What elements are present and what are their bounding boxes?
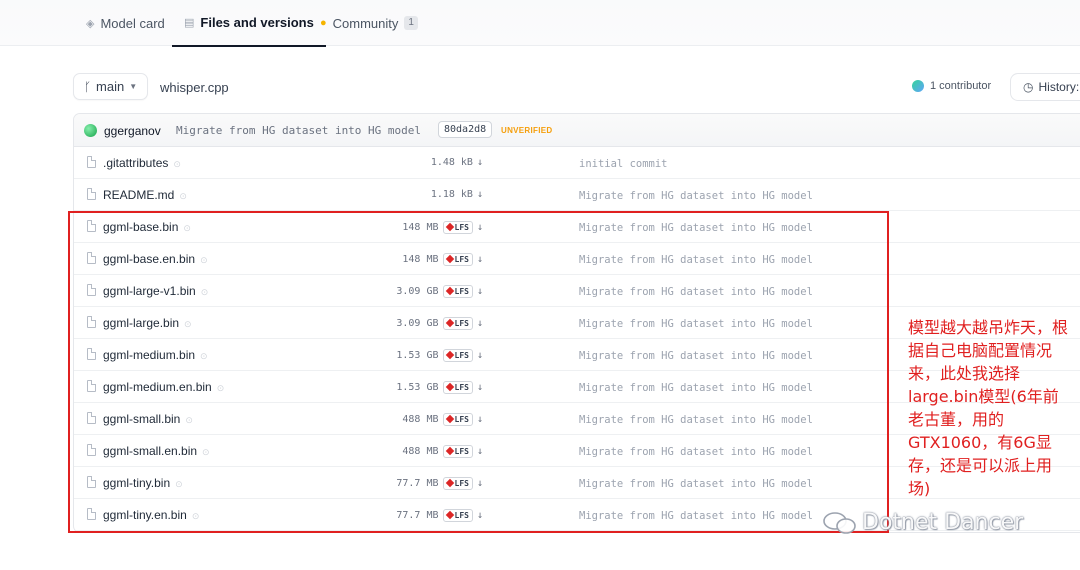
- file-icon: [87, 188, 96, 200]
- contributor-avatar: [912, 80, 924, 92]
- file-row[interactable]: .gitattributes ⊙ 1.48 kB ↓ initial commit: [74, 147, 1080, 179]
- history-button[interactable]: ◷ History:: [1010, 73, 1080, 101]
- file-size: 1.18 kB: [430, 189, 473, 200]
- unverified-badge: UNVERIFIED: [501, 126, 553, 135]
- file-name-link[interactable]: .gitattributes ⊙: [103, 156, 181, 170]
- download-icon[interactable]: ↓: [477, 189, 483, 200]
- last-commit-row: ggerganov Migrate from HG dataset into H…: [74, 114, 1080, 147]
- branch-selector-button[interactable]: ᚴ main ▼: [73, 73, 148, 100]
- commit-message[interactable]: Migrate from HG dataset into HG model: [176, 124, 421, 137]
- file-size-cell[interactable]: 1.48 kB ↓: [431, 157, 483, 168]
- contributors-label: 1 contributor: [930, 80, 992, 92]
- highlight-box: [68, 211, 889, 533]
- watermark-text: Dotnet Dancer: [862, 510, 1024, 535]
- tab-label: Model card: [100, 15, 165, 31]
- tab-files-and-versions[interactable]: ▤ Files and versions: [172, 0, 326, 47]
- file-commit-message[interactable]: initial commit: [579, 158, 668, 170]
- tab-label: Files and versions: [200, 15, 314, 30]
- file-size-cell[interactable]: 1.18 kB ↓: [431, 189, 483, 200]
- file-commit-message[interactable]: Migrate from HG dataset into HG model: [579, 190, 813, 202]
- contributors-link[interactable]: 1 contributor: [912, 80, 991, 92]
- watermark: Dotnet Dancer: [822, 510, 1023, 535]
- wechat-icon: [823, 511, 856, 534]
- tabs-bar: ◈ Model card ▤ Files and versions ● Comm…: [0, 0, 1080, 47]
- commit-hash[interactable]: 80da2d8: [438, 121, 493, 138]
- community-count-badge: 1: [404, 16, 418, 30]
- git-branch-icon: ᚴ: [83, 79, 92, 94]
- file-row[interactable]: README.md ⊙ 1.18 kB ↓ Migrate from HG datase…: [74, 179, 1080, 211]
- tab-model-card[interactable]: ◈ Model card: [86, 0, 165, 46]
- chevron-down-icon: ▼: [129, 82, 138, 91]
- branch-label: main: [96, 79, 125, 94]
- files-icon: ▤: [184, 17, 195, 29]
- annotation-note: 模型越大越吊炸天，根据自己电脑配置情况来，此处我选择large.bin模型(6年…: [908, 318, 1069, 498]
- file-icon: [87, 156, 96, 168]
- safe-check-icon: ⊙: [173, 159, 181, 169]
- tab-community[interactable]: ● Community 1: [320, 0, 418, 46]
- file-name: .gitattributes: [103, 156, 169, 170]
- file-name-link[interactable]: README.md ⊙: [103, 188, 187, 202]
- tab-label: Community: [332, 15, 399, 31]
- commit-author[interactable]: ggerganov: [104, 124, 161, 138]
- author-avatar[interactable]: [84, 124, 97, 137]
- clock-icon: ◷: [1023, 80, 1034, 94]
- download-icon[interactable]: ↓: [477, 157, 483, 168]
- community-icon: ●: [320, 17, 327, 29]
- cube-icon: ◈: [86, 17, 95, 30]
- safe-check-icon: ⊙: [179, 191, 187, 201]
- history-label: History:: [1038, 80, 1080, 94]
- file-size: 1.48 kB: [430, 157, 473, 168]
- file-name: README.md: [103, 188, 175, 202]
- repo-path[interactable]: whisper.cpp: [160, 80, 229, 95]
